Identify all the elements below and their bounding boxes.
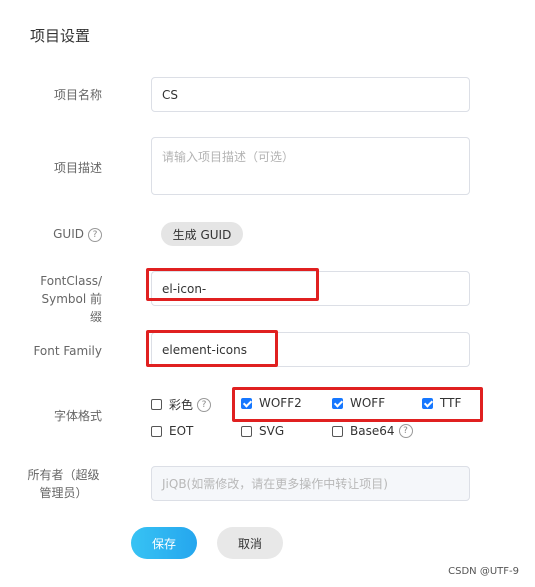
format-color-checkbox[interactable]: 彩色 ? xyxy=(151,396,212,413)
help-icon[interactable]: ? xyxy=(197,397,212,412)
highlight-box-fontfamily xyxy=(146,330,278,367)
format-base64-checkbox[interactable]: Base64 ? xyxy=(332,424,413,438)
checkbox-box xyxy=(241,425,252,437)
checkbox-box xyxy=(151,425,162,437)
project-name-input[interactable]: CS xyxy=(151,77,470,112)
format-eot-label: EOT xyxy=(169,424,194,438)
owner-label-line1: 所有者（超级 xyxy=(27,468,100,482)
owner-label-line2: 管理员） xyxy=(39,486,88,500)
formats-label: 字体格式 xyxy=(53,409,102,423)
fontclass-label-line2: Symbol 前缀 xyxy=(41,292,102,324)
fontfamily-label: Font Family xyxy=(33,344,102,358)
format-base64-label: Base64 xyxy=(350,424,395,438)
guid-label: GUID xyxy=(53,227,84,241)
owner-label: 所有者（超级 管理员） xyxy=(25,466,102,502)
format-color-label: 彩色 xyxy=(169,398,194,412)
format-svg-checkbox[interactable]: SVG xyxy=(241,424,284,438)
help-icon[interactable]: ? xyxy=(398,424,413,438)
owner-placeholder: JiQB(如需修改，请在更多操作中转让项目) xyxy=(162,477,388,491)
project-description-label: 项目描述 xyxy=(53,161,102,175)
checkbox-box xyxy=(332,425,343,437)
format-svg-label: SVG xyxy=(259,424,285,438)
highlight-box-fontclass xyxy=(146,268,319,301)
generate-guid-button[interactable]: 生成 GUID xyxy=(161,222,243,246)
project-name-value: CS xyxy=(162,87,178,102)
project-description-textarea[interactable]: 请输入项目描述（可选） xyxy=(151,137,470,195)
format-eot-checkbox[interactable]: EOT xyxy=(151,424,193,438)
fontclass-label: FontClass/ Symbol 前缀 xyxy=(32,272,102,326)
owner-input: JiQB(如需修改，请在更多操作中转让项目) xyxy=(151,466,470,501)
save-button[interactable]: 保存 xyxy=(131,527,197,559)
checkbox-box xyxy=(151,399,162,410)
guid-label-row: GUID? xyxy=(32,225,102,243)
page-title: 项目设置 xyxy=(30,27,91,45)
project-name-label: 项目名称 xyxy=(53,88,102,102)
help-icon[interactable]: ? xyxy=(88,227,102,242)
project-description-placeholder: 请输入项目描述（可选） xyxy=(162,150,295,164)
cancel-button[interactable]: 取消 xyxy=(217,527,283,559)
fontclass-label-line1: FontClass/ xyxy=(40,274,102,288)
highlight-box-formats xyxy=(232,387,483,422)
watermark: CSDN @UTF-9 xyxy=(448,566,519,577)
